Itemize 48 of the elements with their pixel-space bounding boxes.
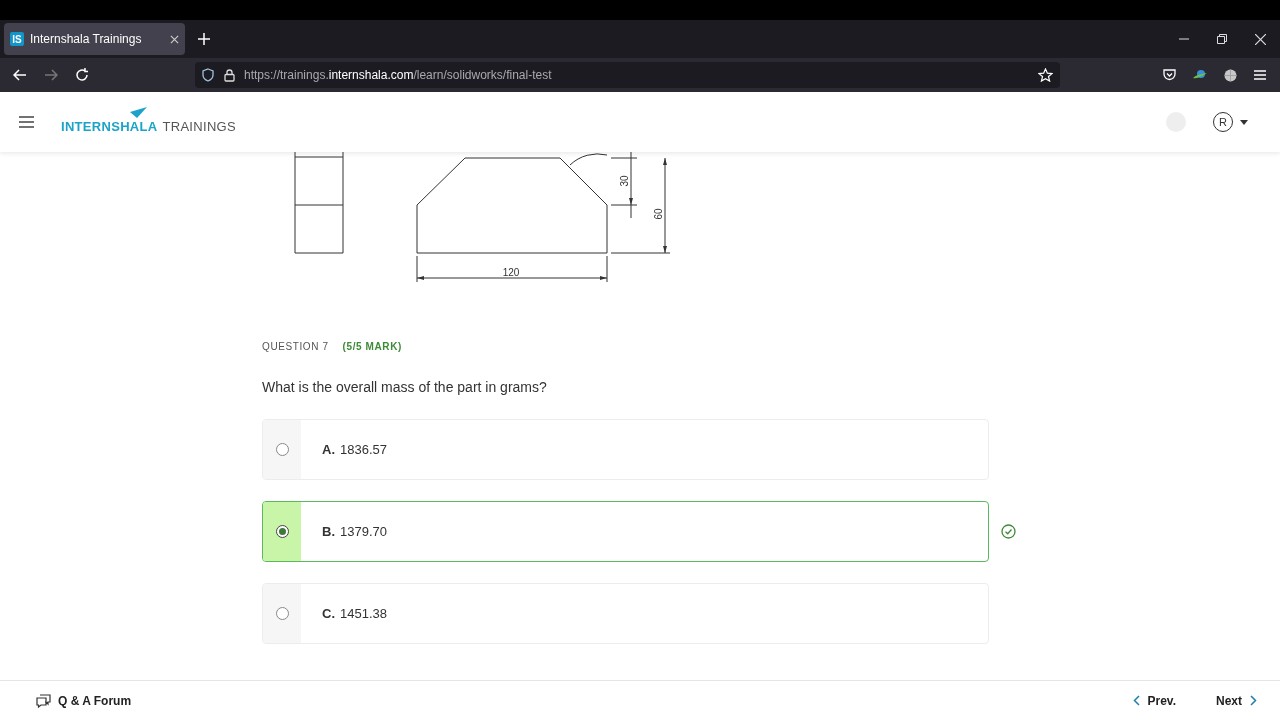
url-text: https://trainings.internshala.com/learn/solidworks/final-test [244,67,553,84]
back-icon[interactable] [13,69,27,81]
shield-icon [202,68,214,82]
chevron-right-icon [1250,695,1257,706]
question-marks: (5/5 MARK) [342,340,402,354]
option-value: 1451.38 [340,604,387,623]
option-value: 1379.70 [340,522,387,541]
option-value: 1836.57 [340,440,387,459]
logo-suffix: TRAININGS [162,118,236,137]
address-bar[interactable]: https://trainings.internshala.com/learn/solidworks/final-test [195,62,1060,88]
globe-icon[interactable] [1224,68,1237,82]
close-icon[interactable] [1255,33,1266,45]
extension-icon[interactable] [1193,69,1207,81]
prev-button[interactable]: Prev. [1132,691,1176,710]
forward-icon[interactable] [44,69,58,81]
answer-option[interactable]: A. 1836.57 [262,419,989,480]
next-button[interactable]: Next [1216,691,1257,710]
pocket-icon[interactable] [1163,69,1176,81]
option-letter: B. [322,522,335,541]
question-text: What is the overall mass of the part in grams? [262,378,548,397]
menu-icon[interactable] [19,116,34,128]
dimension-label: 60 [653,208,664,220]
reload-icon[interactable] [75,68,89,82]
close-icon[interactable] [170,34,179,44]
radio-button[interactable] [275,443,289,456]
logo-brand: INTERNSHALA [61,118,158,137]
caret-icon[interactable] [1240,119,1248,125]
favicon: IS [10,32,24,46]
star-icon[interactable] [1038,68,1053,82]
answer-option[interactable]: B. 1379.70 [262,501,989,562]
tab-title: Internshala Trainings [30,31,143,48]
answer-option[interactable]: C. 1451.38 [262,583,989,644]
question-number: QUESTION 7 [262,340,329,354]
dimension-label: 120 [502,267,520,278]
forum-link[interactable]: Q & A Forum [36,691,132,710]
chevron-left-icon [1132,695,1140,706]
restore-icon[interactable] [1217,34,1227,44]
dimension-label: 30 [619,175,630,187]
new-tab-icon[interactable] [198,33,210,45]
internshala-logo[interactable]: INTERNSHALA TRAININGS [61,107,236,137]
option-letter: A. [322,440,335,459]
chat-icon [36,693,51,708]
radio-button[interactable] [275,525,289,538]
lock-icon [224,68,235,82]
paper-plane-icon [130,107,147,119]
browser-tab[interactable]: IS Internshala Trainings [4,23,185,55]
option-letter: C. [322,604,335,623]
radio-button[interactable] [275,607,289,620]
